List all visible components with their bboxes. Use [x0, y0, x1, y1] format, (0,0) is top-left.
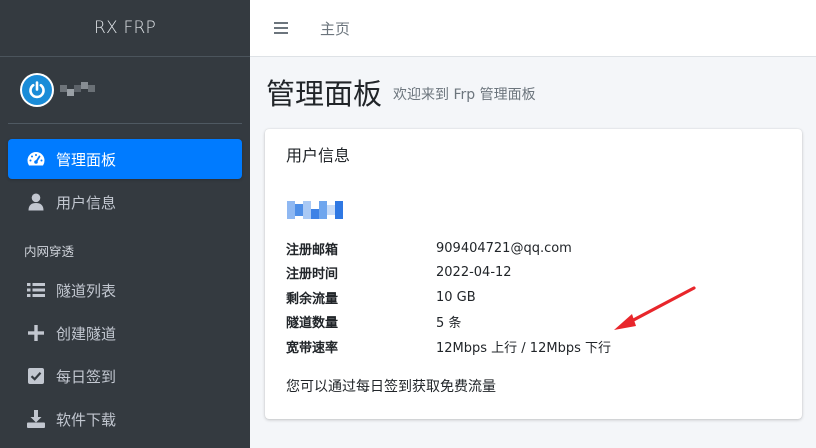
info-row-remaining-traffic: 剩余流量 10 GB — [286, 285, 611, 310]
checkbox-icon — [26, 366, 46, 386]
info-row-bandwidth: 宽带速率 12Mbps 上行 / 12Mbps 下行 — [286, 334, 611, 359]
sidebar-item-tunnel-list[interactable]: 隧道列表 — [8, 270, 242, 310]
sidebar-section-header: 内网穿透 — [24, 244, 75, 259]
user-info-list: 注册邮箱 909404721@qq.com 注册时间 2022-04-12 剩余… — [286, 236, 611, 359]
info-row-register-time: 注册时间 2022-04-12 — [286, 261, 611, 286]
sidebar-nav: 管理面板 用户信息 内网穿透 隧道列表 创建隧道 每日签到 软件下载 — [0, 124, 250, 439]
username-masked[interactable] — [60, 81, 95, 96]
sidebar-item-daily-checkin[interactable]: 每日签到 — [8, 356, 242, 396]
sidebar-item-label: 软件下载 — [56, 410, 117, 429]
info-label: 注册时间 — [286, 267, 339, 283]
home-link[interactable]: 主页 — [320, 18, 350, 39]
page-title: 管理面板 — [266, 77, 383, 111]
info-label: 宽带速率 — [286, 340, 339, 356]
sidebar-item-label: 用户信息 — [56, 193, 117, 212]
info-value: 5 条 — [436, 316, 462, 332]
checkin-note: 您可以通过每日签到获取免费流量 — [286, 379, 496, 395]
sidebar-item-label: 隧道列表 — [56, 281, 117, 300]
info-label: 剩余流量 — [286, 291, 339, 307]
sidebar-item-software-download[interactable]: 软件下载 — [8, 399, 242, 439]
page-subtitle: 欢迎来到 Frp 管理面板 — [393, 87, 536, 103]
sidebar-item-label: 创建隧道 — [56, 324, 117, 343]
annotation-arrow-icon — [614, 286, 696, 330]
top-navbar: 主页 — [250, 0, 816, 57]
info-value: 10 GB — [436, 289, 476, 305]
card-title: 用户信息 — [286, 146, 351, 165]
sidebar-item-label: 管理面板 — [56, 150, 117, 169]
menu-toggle-icon[interactable] — [274, 22, 288, 34]
plus-icon — [26, 323, 46, 343]
list-icon — [26, 280, 46, 300]
info-value: 12Mbps 上行 / 12Mbps 下行 — [436, 340, 611, 356]
main-content: 管理面板 欢迎来到 Frp 管理面板 用户信息 注册邮箱 909404721@q… — [250, 57, 816, 448]
info-label: 隧道数量 — [286, 316, 339, 332]
info-row-email: 注册邮箱 909404721@qq.com — [286, 236, 611, 261]
brand-logo-text[interactable]: RX FRP — [0, 0, 250, 57]
user-info-card: 用户信息 注册邮箱 909404721@qq.com 注册时间 2022-04-… — [265, 129, 802, 419]
avatar[interactable] — [20, 73, 54, 107]
sidebar: RX FRP 管理面板 用户信息 内网穿透 隧道列表 创建隧道 每日签到 软件下… — [0, 0, 250, 448]
download-icon — [26, 409, 46, 429]
dashboard-icon — [26, 149, 46, 169]
info-value: 909404721@qq.com — [436, 240, 572, 256]
info-label: 注册邮箱 — [286, 242, 339, 258]
info-value: 2022-04-12 — [436, 265, 512, 281]
user-icon — [26, 192, 46, 212]
sidebar-item-dashboard[interactable]: 管理面板 — [8, 139, 242, 179]
sidebar-item-create-tunnel[interactable]: 创建隧道 — [8, 313, 242, 353]
info-row-tunnel-count: 隧道数量 5 条 — [286, 310, 611, 335]
user-panel[interactable] — [8, 57, 242, 124]
sidebar-item-label: 每日签到 — [56, 367, 117, 386]
masked-username — [287, 201, 343, 219]
power-icon — [29, 81, 45, 99]
sidebar-item-user-info[interactable]: 用户信息 — [8, 182, 242, 222]
